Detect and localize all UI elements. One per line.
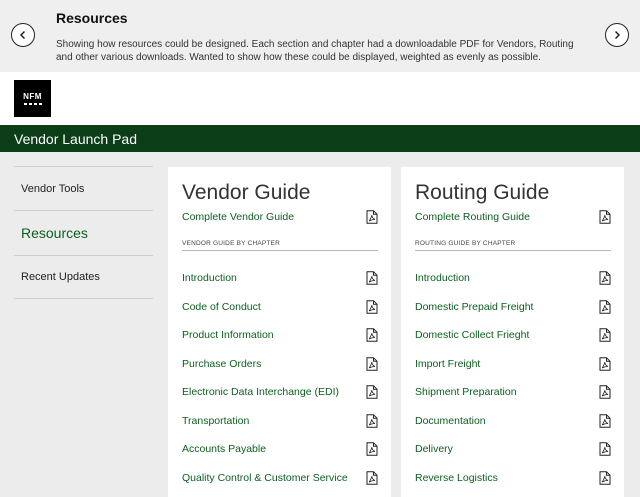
list-item: Domestic Prepaid Freight — [415, 293, 611, 322]
pdf-file-icon[interactable] — [599, 385, 611, 400]
pdf-file-icon[interactable] — [366, 442, 378, 457]
routing-guide-card: Routing Guide Complete Routing Guide ROU… — [401, 167, 624, 497]
sidebar: Vendor Tools Resources Recent Updates — [14, 166, 153, 299]
logo-text: NFM — [23, 92, 42, 102]
app-bar: Vendor Launch Pad — [0, 125, 640, 152]
vendor-chapter-link[interactable]: Introduction — [182, 272, 237, 284]
list-item: Documentation — [415, 407, 611, 436]
list-item: Purchase Orders — [182, 350, 378, 379]
vendor-chapter-link[interactable]: Quality Control & Customer Service — [182, 472, 348, 484]
pdf-file-icon[interactable] — [599, 210, 611, 224]
pdf-file-icon[interactable] — [599, 271, 611, 286]
routing-chapter-link[interactable]: Domestic Prepaid Freight — [415, 301, 533, 313]
vendor-chapter-link[interactable]: Transportation — [182, 415, 249, 427]
pdf-file-icon[interactable] — [366, 210, 378, 224]
top-bar: Resources Showing how resources could be… — [0, 0, 640, 72]
list-item: Product Information — [182, 321, 378, 350]
complete-routing-guide-row: Complete Routing Guide — [415, 210, 611, 224]
list-item: Shipment Preparation — [415, 378, 611, 407]
routing-chapter-list: Introduction Domestic Prepaid Freight Do… — [415, 264, 611, 492]
list-item: Electronic Data Interchange (EDI) — [182, 378, 378, 407]
vendor-guide-card: Vendor Guide Complete Vendor Guide VENDO… — [168, 167, 391, 497]
vendor-chapter-heading: VENDOR GUIDE BY CHAPTER — [182, 240, 378, 251]
page-title: Resources — [56, 10, 128, 26]
complete-vendor-guide-row: Complete Vendor Guide — [182, 210, 378, 224]
previous-button[interactable] — [11, 23, 35, 47]
pdf-file-icon[interactable] — [599, 470, 611, 485]
list-item: Introduction — [415, 264, 611, 293]
sidebar-item-vendor-tools[interactable]: Vendor Tools — [14, 166, 153, 210]
pdf-file-icon[interactable] — [366, 356, 378, 371]
list-item: Domestic Collect Frieght — [415, 321, 611, 350]
list-item: Code of Conduct — [182, 293, 378, 322]
routing-guide-title: Routing Guide — [415, 181, 550, 204]
list-item: Import Freight — [415, 350, 611, 379]
vendor-guide-title: Vendor Guide — [182, 181, 311, 204]
logo-band: NFM — [0, 72, 640, 125]
pdf-file-icon[interactable] — [599, 442, 611, 457]
list-item: Transportation — [182, 407, 378, 436]
list-item: Reverse Logistics — [415, 464, 611, 493]
vendor-chapter-link[interactable]: Accounts Payable — [182, 443, 266, 455]
routing-chapter-link[interactable]: Documentation — [415, 415, 486, 427]
routing-chapter-link[interactable]: Introduction — [415, 272, 470, 284]
pdf-file-icon[interactable] — [366, 470, 378, 485]
logo[interactable]: NFM — [14, 80, 51, 117]
routing-chapter-link[interactable]: Reverse Logistics — [415, 472, 498, 484]
routing-chapter-link[interactable]: Import Freight — [415, 358, 480, 370]
logo-dots — [23, 103, 42, 105]
pdf-file-icon[interactable] — [366, 385, 378, 400]
vendor-chapter-link[interactable]: Product Information — [182, 329, 274, 341]
pdf-file-icon[interactable] — [599, 328, 611, 343]
routing-chapter-link[interactable]: Delivery — [415, 443, 453, 455]
app-title: Vendor Launch Pad — [14, 131, 137, 147]
pdf-file-icon[interactable] — [366, 328, 378, 343]
pdf-file-icon[interactable] — [366, 271, 378, 286]
list-item: Quality Control & Customer Service — [182, 464, 378, 493]
complete-vendor-guide-link[interactable]: Complete Vendor Guide — [182, 211, 294, 223]
complete-routing-guide-link[interactable]: Complete Routing Guide — [415, 211, 530, 223]
pdf-file-icon[interactable] — [599, 356, 611, 371]
vendor-chapter-link[interactable]: Code of Conduct — [182, 301, 261, 313]
list-item: Delivery — [415, 435, 611, 464]
routing-chapter-heading: ROUTING GUIDE BY CHAPTER — [415, 240, 611, 251]
pdf-file-icon[interactable] — [599, 299, 611, 314]
list-item: Accounts Payable — [182, 435, 378, 464]
main-content: Vendor Tools Resources Recent Updates Ve… — [0, 152, 640, 497]
next-button[interactable] — [605, 23, 629, 47]
routing-chapter-link[interactable]: Shipment Preparation — [415, 386, 517, 398]
list-item: Introduction — [182, 264, 378, 293]
pdf-file-icon[interactable] — [599, 413, 611, 428]
page-description: Showing how resources could be designed.… — [56, 39, 574, 63]
vendor-chapter-link[interactable]: Purchase Orders — [182, 358, 261, 370]
pdf-file-icon[interactable] — [366, 299, 378, 314]
chevron-left-icon — [19, 30, 26, 40]
vendor-chapter-list: Introduction Code of Conduct Product Inf… — [182, 264, 378, 492]
routing-chapter-link[interactable]: Domestic Collect Frieght — [415, 329, 529, 341]
sidebar-item-recent-updates[interactable]: Recent Updates — [14, 255, 153, 299]
pdf-file-icon[interactable] — [366, 413, 378, 428]
vendor-chapter-link[interactable]: Electronic Data Interchange (EDI) — [182, 386, 339, 398]
chevron-right-icon — [614, 30, 621, 40]
sidebar-item-resources[interactable]: Resources — [14, 210, 153, 255]
